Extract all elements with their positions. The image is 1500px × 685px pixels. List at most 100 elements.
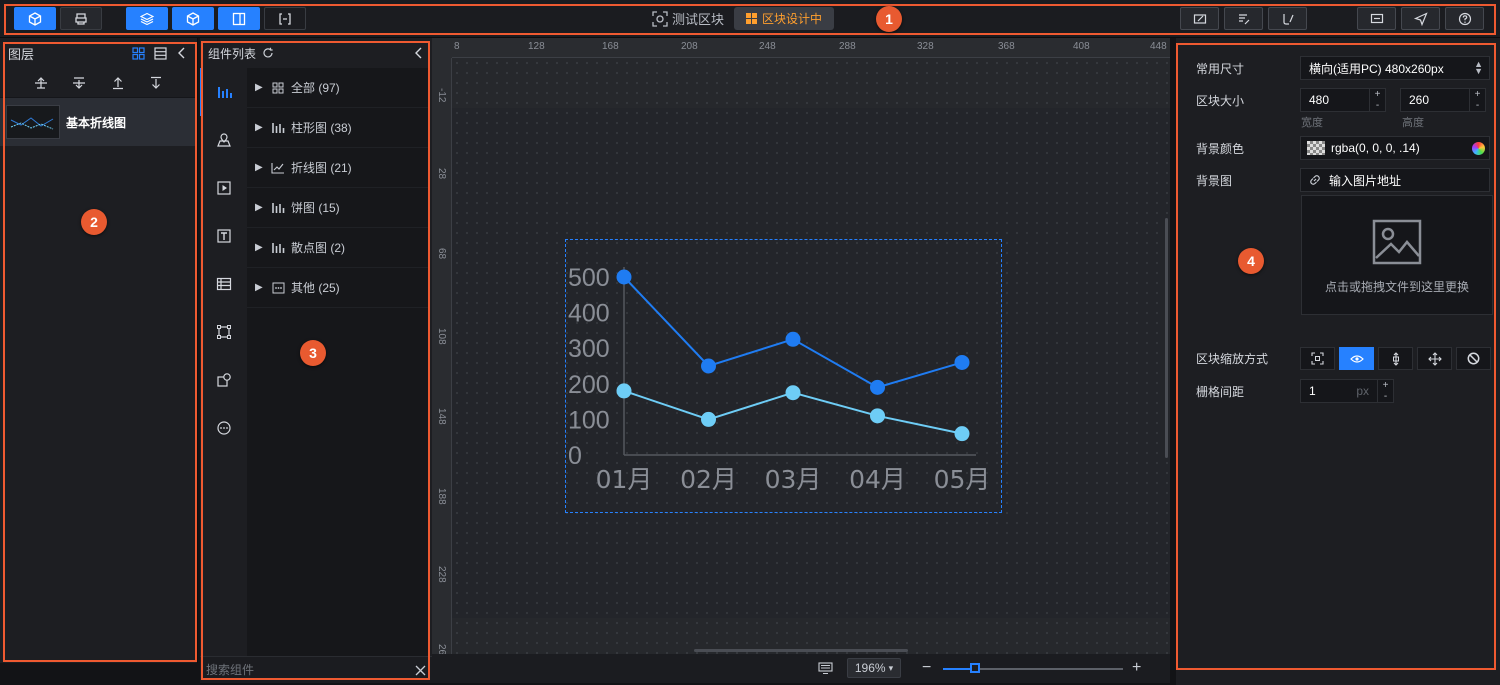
component-search-input[interactable]	[206, 663, 415, 677]
ruler-left-tick: 28	[436, 168, 447, 180]
link-icon	[1310, 175, 1320, 185]
ruler-top[interactable]: 8 128 168 208 248 288 328 368 408 448	[452, 38, 1170, 58]
design-status-button[interactable]: 区块设计中	[734, 7, 835, 30]
screen-button[interactable]	[1357, 7, 1396, 30]
category-all[interactable]: ▶ 全部 (97)	[247, 68, 430, 108]
move-down-icon[interactable]	[146, 73, 166, 93]
move-to-bottom-icon[interactable]	[69, 73, 89, 93]
scale-height-button[interactable]	[1378, 347, 1413, 370]
color-picker-icon[interactable]	[1472, 142, 1485, 155]
increment-button[interactable]: +	[1370, 89, 1385, 100]
grid-view-icon[interactable]	[131, 46, 145, 60]
test-block-button[interactable]: 测试区块	[652, 7, 724, 30]
width-input[interactable]: 480 + -	[1300, 88, 1386, 112]
scale-full-button[interactable]	[1300, 347, 1335, 370]
table-type-tab[interactable]	[200, 260, 247, 308]
edit-doc-button[interactable]	[1180, 7, 1219, 30]
decrement-button[interactable]: -	[1370, 100, 1385, 111]
test-block-label: 测试区块	[672, 12, 725, 27]
zoom-in-button[interactable]: +	[1132, 659, 1141, 677]
category-bar[interactable]: ▶ 柱形图 (38)	[247, 108, 430, 148]
height-input[interactable]: 260 + -	[1400, 88, 1486, 112]
horizontal-scrollbar[interactable]	[694, 649, 908, 652]
layers-toggle-button[interactable]	[126, 7, 168, 30]
ruler-left-tick: -12	[436, 88, 447, 103]
chart-type-tab[interactable]	[200, 68, 247, 116]
widget-type-tab[interactable]	[200, 356, 247, 404]
path-edit-button[interactable]	[1268, 7, 1307, 30]
category-scatter[interactable]: ▶ 散点图 (2)	[247, 228, 430, 268]
scale-mode-buttons	[1300, 347, 1491, 370]
caret-right-icon: ▶	[255, 162, 263, 173]
media-type-tab[interactable]	[200, 164, 247, 212]
list-view-icon[interactable]	[153, 46, 167, 60]
series-2-point	[616, 383, 632, 399]
ruler-left-tick: 68	[436, 248, 447, 260]
y-tick-label: 200	[568, 371, 610, 399]
printer-button[interactable]	[60, 7, 102, 30]
component-list-title: 组件列表	[208, 46, 257, 61]
components-toggle-button[interactable]	[172, 7, 214, 30]
image-upload-dropzone[interactable]: 点击或拖拽文件到这里更换	[1301, 195, 1493, 315]
ruler-left-tick: 148	[436, 408, 447, 425]
series-2-point	[954, 426, 970, 442]
scale-none-button[interactable]	[1456, 347, 1491, 370]
toolbar-right-group-a	[1180, 7, 1307, 30]
path-edit-icon	[1282, 13, 1294, 25]
scale-width-button[interactable]	[1339, 347, 1374, 370]
zoom-out-button[interactable]: −	[922, 659, 931, 677]
size-preset-label: 常用尺寸	[1196, 61, 1245, 76]
scale-mode-label: 区块缩放方式	[1196, 352, 1269, 366]
category-pie[interactable]: ▶ 饼图 (15)	[247, 188, 430, 228]
bg-color-row: 背景颜色 rgba(0, 0, 0, .14)	[1196, 136, 1490, 160]
refresh-icon[interactable]	[262, 47, 274, 59]
ruler-left-tick: 188	[436, 488, 447, 505]
image-icon	[1372, 219, 1422, 264]
decrement-button[interactable]: -	[1470, 100, 1485, 111]
size-preset-select[interactable]: 横向(适用PC) 480x260px ▲ ▼	[1300, 56, 1490, 80]
vertical-scrollbar[interactable]	[1165, 218, 1168, 458]
zoom-value: 196%	[854, 661, 886, 675]
increment-button[interactable]: +	[1470, 89, 1485, 100]
layers-icon	[140, 12, 154, 25]
ruler-left-tick: 228	[436, 566, 447, 583]
list-edit-button[interactable]	[1224, 7, 1263, 30]
close-icon[interactable]	[415, 665, 426, 676]
category-line[interactable]: ▶ 折线图 (21)	[247, 148, 430, 188]
ruler-left[interactable]: -12 28 68 108 148 188 228 268	[432, 58, 452, 661]
collapse-left-icon[interactable]	[414, 47, 424, 59]
map-pin-icon	[216, 133, 231, 147]
increment-button[interactable]: +	[1378, 380, 1393, 391]
collapse-left-icon[interactable]	[175, 46, 189, 60]
bg-color-input[interactable]: rgba(0, 0, 0, .14)	[1300, 136, 1490, 160]
caret-right-icon: ▶	[255, 242, 263, 253]
keyboard-icon[interactable]	[818, 662, 833, 678]
list-edit-icon	[1238, 13, 1249, 24]
bg-image-url-input[interactable]: 输入图片地址	[1300, 168, 1490, 192]
zoom-select[interactable]: 196% ▾	[847, 658, 901, 678]
text-type-tab[interactable]	[200, 212, 247, 260]
category-other[interactable]: ▶ 其他 (25)	[247, 268, 430, 308]
ruler-top-tick: 208	[681, 41, 698, 52]
canvas-footer: 196% ▾ − +	[432, 654, 1170, 683]
scale-stretch-button[interactable]	[1417, 347, 1452, 370]
properties-toggle-button[interactable]	[218, 7, 260, 30]
printer-icon	[75, 12, 87, 25]
publish-button[interactable]	[1401, 7, 1440, 30]
decrement-button[interactable]: -	[1378, 391, 1393, 402]
move-to-top-icon[interactable]	[31, 73, 51, 93]
help-button[interactable]	[1445, 7, 1484, 30]
layer-item[interactable]: 基本折线图	[0, 98, 197, 146]
move-up-icon[interactable]	[108, 73, 128, 93]
fit-button[interactable]	[264, 7, 306, 30]
cube-button[interactable]	[14, 7, 56, 30]
cube-icon	[28, 11, 42, 26]
line-chart: 0 100 200 300 400 500 01月 02月 03月 04月 05月	[568, 264, 990, 494]
grid-gap-input[interactable]: 1 px + -	[1300, 379, 1394, 403]
shape-type-tab[interactable]	[200, 308, 247, 356]
zoom-slider-thumb[interactable]	[970, 663, 981, 673]
map-type-tab[interactable]	[200, 116, 247, 164]
bar-chart-icon	[271, 202, 285, 214]
more-type-tab[interactable]	[200, 404, 247, 452]
line-chart-widget[interactable]: 0 100 200 300 400 500 01月 02月 03月 04月 05月	[565, 239, 1002, 513]
